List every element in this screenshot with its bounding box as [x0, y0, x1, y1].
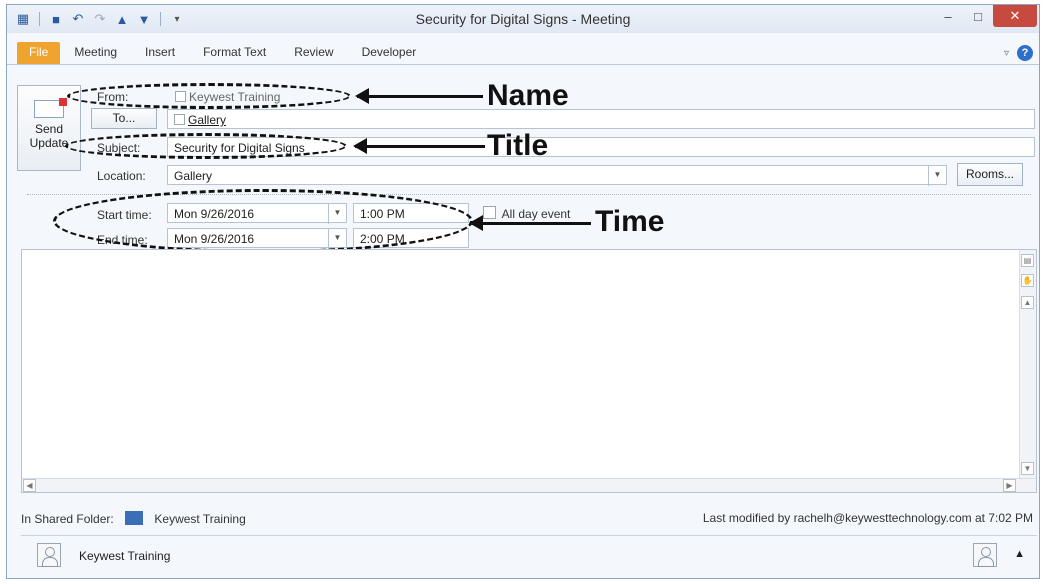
location-field[interactable]: Gallery ▼ — [167, 165, 947, 186]
avatar[interactable] — [37, 543, 61, 567]
close-icon[interactable]: ✕ — [993, 5, 1037, 27]
location-label: Location: — [97, 169, 146, 183]
scroll-up-icon[interactable]: ▲ — [1021, 296, 1034, 309]
time-annotation-arrow — [469, 215, 591, 231]
title-bar: ▦ ■ ↶ ↷ ▲ ▼ ▾ Security for Digital Signs… — [7, 5, 1039, 33]
location-value: Gallery — [174, 169, 213, 183]
tab-file[interactable]: File — [17, 42, 61, 64]
send-icon — [34, 98, 67, 118]
time-annotation-ellipse — [53, 189, 473, 253]
calendar-folder-icon — [125, 511, 144, 525]
meeting-body-editor[interactable]: ▤ ✋ ▲ ▼ ◀ ▶ — [21, 249, 1037, 493]
horizontal-scrollbar[interactable]: ◀ ▶ — [22, 478, 1036, 492]
shared-folder-info: In Shared Folder: Keywest Training — [21, 511, 246, 526]
ribbon-right-controls: ▿ ? — [1004, 45, 1033, 61]
people-pane-name[interactable]: Keywest Training — [79, 549, 170, 563]
tab-review[interactable]: Review — [280, 42, 347, 64]
tab-meeting[interactable]: Meeting — [60, 42, 131, 64]
meeting-window: ▦ ■ ↶ ↷ ▲ ▼ ▾ Security for Digital Signs… — [6, 4, 1040, 579]
pan-hand-icon[interactable]: ✋ — [1021, 274, 1034, 287]
window-title: Security for Digital Signs - Meeting — [415, 11, 631, 27]
all-day-label: All day event — [501, 207, 571, 221]
all-day-checkbox[interactable] — [483, 206, 496, 219]
title-annotation-label: Title — [487, 129, 549, 162]
window-controls: – □ ✕ — [933, 5, 1037, 27]
to-button[interactable]: To... — [91, 108, 157, 129]
title-annotation-arrow — [353, 138, 485, 154]
scroll-right-icon[interactable]: ▶ — [1003, 479, 1016, 492]
location-dropdown-icon[interactable]: ▼ — [928, 166, 946, 186]
name-annotation-ellipse — [67, 83, 351, 109]
to-field[interactable]: Gallery — [167, 109, 1035, 129]
minimize-icon[interactable]: – — [933, 5, 963, 27]
title-annotation-ellipse — [65, 133, 347, 159]
to-value-text: Gallery — [188, 113, 227, 127]
last-modified-text: Last modified by rachelh@keywesttechnolo… — [702, 511, 1033, 525]
status-footer: In Shared Folder: Keywest Training Last … — [21, 505, 1037, 529]
time-annotation-label: Time — [595, 205, 665, 238]
tab-format-text[interactable]: Format Text — [189, 42, 280, 64]
shared-folder-name: Keywest Training — [154, 512, 246, 526]
rooms-button[interactable]: Rooms... — [957, 163, 1023, 186]
name-annotation-arrow — [355, 88, 483, 104]
shared-folder-label: In Shared Folder: — [21, 512, 114, 526]
name-annotation-label: Name — [487, 79, 569, 112]
compose-icon[interactable]: ▤ — [1021, 254, 1034, 267]
vertical-scrollbar[interactable]: ▤ ✋ ▲ ▼ — [1019, 250, 1036, 492]
maximize-icon[interactable]: □ — [963, 5, 993, 27]
collapse-ribbon-icon[interactable]: ▿ — [1004, 48, 1009, 59]
scroll-down-icon[interactable]: ▼ — [1021, 462, 1034, 475]
expand-people-pane-icon[interactable]: ▲ — [1014, 548, 1025, 560]
help-icon[interactable]: ? — [1017, 45, 1033, 61]
people-pane: Keywest Training ▲ — [21, 535, 1037, 571]
to-contact-icon — [174, 114, 185, 125]
scroll-left-icon[interactable]: ◀ — [23, 479, 36, 492]
tab-insert[interactable]: Insert — [131, 42, 189, 64]
ribbon-tabs: File Meeting Insert Format Text Review D… — [7, 42, 1039, 65]
all-day-event[interactable]: All day event — [483, 206, 570, 221]
people-pane-avatar-right[interactable] — [973, 543, 997, 567]
tab-developer[interactable]: Developer — [348, 42, 431, 64]
